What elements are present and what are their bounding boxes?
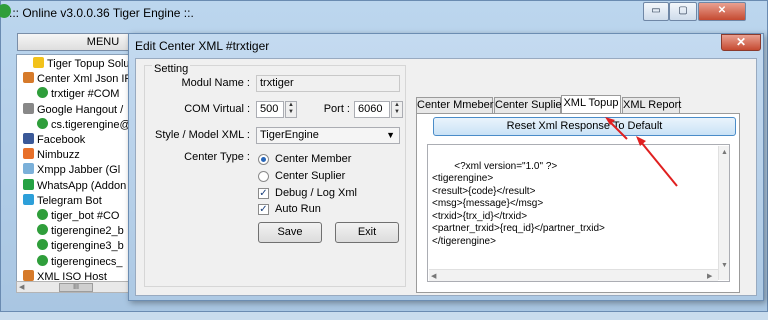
- tree-item[interactable]: Tiger Topup Solution: [33, 57, 141, 72]
- tree-item-label: tigerengine2_b: [51, 225, 124, 238]
- tree-item-label: Telegram Bot: [37, 194, 102, 207]
- modul-name-label: Modul Name :: [181, 77, 250, 89]
- tree-item-label: cs.tigerengine@: [51, 118, 131, 131]
- tree-item-label: tigerenginecs_: [51, 255, 123, 268]
- scroll-up-icon[interactable]: ▲: [721, 147, 728, 160]
- tab-xml-report[interactable]: XML Report: [622, 97, 681, 113]
- minimize-button[interactable]: ▭: [643, 2, 669, 21]
- tree-item[interactable]: cs.tigerengine@: [37, 117, 131, 133]
- whatsapp-icon: [23, 178, 34, 190]
- tree-item[interactable]: Center Xml Json IP: [23, 72, 132, 87]
- play-icon: [37, 87, 48, 99]
- telegram-icon: [23, 193, 34, 205]
- reset-xml-button[interactable]: Reset Xml Response To Default: [433, 117, 736, 136]
- center-type-label: Center Type :: [184, 151, 250, 163]
- chevron-down-icon: ▼: [386, 130, 395, 140]
- play-icon: [37, 254, 48, 266]
- scroll-left-icon[interactable]: ◀: [19, 283, 24, 291]
- exit-button[interactable]: Exit: [335, 222, 399, 243]
- scroll-right-icon[interactable]: ▶: [707, 271, 712, 284]
- tree-item[interactable]: Telegram Bot: [23, 193, 102, 209]
- tree-item[interactable]: Google Hangout /: [23, 102, 124, 118]
- autorun-checkbox-label[interactable]: Auto Run: [275, 203, 321, 215]
- edit-center-dialog: Edit Center XML #trxtiger ✕ Setting Modu…: [128, 33, 764, 301]
- port-label: Port :: [323, 103, 350, 115]
- play-icon: [37, 239, 48, 251]
- radio-center-member[interactable]: [258, 154, 269, 165]
- tree-item[interactable]: Nimbuzz: [23, 148, 80, 163]
- scroll-left-icon[interactable]: ◀: [431, 271, 436, 284]
- tab-center-suplier[interactable]: Center Suplier: [494, 97, 565, 113]
- xml-response-editor[interactable]: <?xml version="1.0" ?> <tigerengine> <re…: [427, 144, 730, 282]
- tree-item-label: Facebook: [37, 134, 86, 146]
- radio-center-member-label[interactable]: Center Member: [275, 153, 351, 165]
- dialog-body: Setting Modul Name : trxtiger COM Virtua…: [135, 58, 757, 296]
- style-label: Style / Model XML :: [155, 129, 250, 141]
- module-tree[interactable]: Tiger Topup Solution Center Xml Json IP tr…: [16, 54, 141, 292]
- tree-item-label: Tiger Topup Solution: [47, 58, 141, 70]
- autorun-checkbox[interactable]: ✓: [258, 204, 269, 215]
- tree-item-label: tiger_bot #CO: [51, 210, 120, 222]
- com-virtual-field[interactable]: 500: [256, 101, 284, 118]
- com-virtual-stepper[interactable]: ▲ ▼: [285, 101, 297, 118]
- xml-horizontal-scrollbar[interactable]: ◀ ▶: [429, 269, 718, 281]
- tree-item[interactable]: tigerengine3_b: [37, 239, 124, 254]
- tree-horizontal-scrollbar[interactable]: ◀ III ▶: [16, 281, 141, 293]
- save-button[interactable]: Save: [258, 222, 322, 243]
- chat-icon: [23, 102, 34, 114]
- star-icon: [33, 57, 44, 68]
- radio-center-suplier[interactable]: [258, 171, 269, 182]
- facebook-icon: [23, 133, 34, 144]
- tree-item-label: Google Hangout /: [37, 103, 124, 116]
- tree-item[interactable]: Xmpp Jabber (Gl: [23, 163, 120, 178]
- tree-item-label: Center Xml Json IP: [37, 73, 132, 86]
- tree-item-label: tigerengine3_b: [51, 240, 124, 253]
- radio-center-suplier-label[interactable]: Center Suplier: [275, 170, 345, 182]
- play-icon: [37, 117, 48, 129]
- play-icon: [37, 224, 48, 236]
- style-select[interactable]: TigerEngine ▼: [256, 127, 400, 144]
- settings-group-label: Setting: [152, 63, 191, 75]
- nimbuzz-icon: [23, 148, 34, 160]
- scroll-down-icon[interactable]: ▼: [721, 260, 728, 273]
- xml-vertical-scrollbar[interactable]: ▲ ▼: [718, 146, 729, 280]
- tree-item[interactable]: tiger_bot #CO: [37, 209, 119, 224]
- dialog-title: Edit Center XML #trxtiger: [135, 39, 270, 53]
- tree-item[interactable]: Facebook: [23, 133, 85, 148]
- tree-item[interactable]: tigerengine2_b: [37, 224, 124, 239]
- tab-center-member[interactable]: Center Mmeber: [416, 97, 493, 113]
- tab-xml-topup[interactable]: XML Topup: [561, 95, 621, 114]
- server-icon: [23, 72, 34, 84]
- com-virtual-label: COM Virtual :: [184, 103, 250, 115]
- tree-item-label: trxtiger #COM: [51, 88, 120, 101]
- main-close-button[interactable]: ✕: [698, 2, 746, 21]
- style-select-value: TigerEngine: [260, 129, 319, 141]
- tree-item-label: WhatsApp (Addon: [37, 179, 127, 192]
- server-icon: [23, 269, 34, 281]
- port-field[interactable]: 6060: [354, 101, 390, 118]
- debug-checkbox[interactable]: ✓: [258, 188, 269, 199]
- scroll-thumb[interactable]: III: [59, 283, 93, 292]
- xml-response-text: <?xml version="1.0" ?> <tigerengine> <re…: [432, 160, 605, 247]
- tree-item[interactable]: WhatsApp (Addon: [23, 178, 127, 194]
- dialog-close-button[interactable]: ✕: [721, 34, 761, 51]
- tree-item[interactable]: trxtiger #COM: [37, 87, 119, 102]
- debug-checkbox-label[interactable]: Debug / Log Xml: [275, 187, 357, 199]
- port-stepper[interactable]: ▲ ▼: [391, 101, 403, 118]
- xmpp-icon: [23, 163, 34, 175]
- tree-item-label: Xmpp Jabber (Gl: [37, 164, 121, 177]
- play-icon: [37, 209, 48, 220]
- tree-item-label: Nimbuzz: [37, 149, 80, 162]
- maximize-button[interactable]: ▢: [669, 2, 697, 21]
- modul-name-field[interactable]: trxtiger: [256, 75, 400, 92]
- tree-item[interactable]: tigerenginecs_: [37, 254, 123, 270]
- main-window-title: .:: Online v3.0.0.36 Tiger Engine ::.: [9, 6, 194, 20]
- xml-topup-panel: Reset Xml Response To Default <?xml vers…: [416, 113, 740, 293]
